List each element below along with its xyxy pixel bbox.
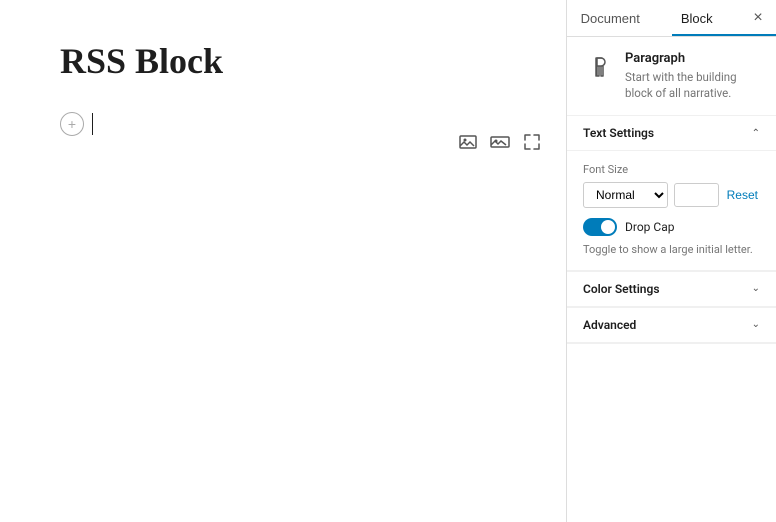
font-size-select[interactable]: Small Normal Medium Large Huge [583,182,668,208]
tab-indicator [672,34,776,36]
advanced-header[interactable]: Advanced ⌄ [567,308,776,343]
fullscreen-button[interactable] [518,128,546,156]
close-button[interactable]: × [740,0,776,36]
tab-block[interactable]: Block [654,0,741,36]
image-icon [458,132,478,152]
editor-area: RSS Block + [0,0,566,522]
page-title: RSS Block [60,40,506,82]
advanced-chevron: ⌄ [752,319,760,330]
font-size-row: Small Normal Medium Large Huge Reset [583,182,760,208]
block-card: Paragraph Start with the building block … [567,37,776,116]
color-settings-section: Color Settings ⌄ [567,272,776,308]
drop-cap-toggle[interactable] [583,218,617,236]
sidebar-tabs: Document Block × [567,0,776,37]
editor-content: + [60,112,506,136]
image-wide-button[interactable] [486,128,514,156]
drop-cap-row: Drop Cap [583,218,760,236]
color-settings-header[interactable]: Color Settings ⌄ [567,272,776,307]
drop-cap-description: Toggle to show a large initial letter. [583,242,760,257]
image-wide-icon [490,132,510,152]
block-name: Paragraph [625,51,760,66]
sidebar-content: Paragraph Start with the building block … [567,37,776,522]
advanced-section: Advanced ⌄ [567,308,776,344]
text-settings-header[interactable]: Text Settings ⌃ [567,116,776,151]
text-settings-body: Font Size Small Normal Medium Large Huge… [567,151,776,270]
plus-icon: + [68,116,76,132]
toolbar-right [454,128,546,156]
block-description: Start with the building block of all nar… [625,69,760,101]
image-align-button[interactable] [454,128,482,156]
add-block-button[interactable]: + [60,112,84,136]
advanced-label: Advanced [583,318,636,332]
reset-button[interactable]: Reset [725,186,760,204]
text-cursor [92,113,93,135]
text-settings-label: Text Settings [583,126,654,140]
text-settings-chevron: ⌃ [752,128,760,139]
drop-cap-label: Drop Cap [625,220,674,234]
sidebar: Document Block × Paragraph Start with th… [566,0,776,522]
font-size-number-input[interactable] [674,183,719,207]
color-settings-label: Color Settings [583,282,660,296]
paragraph-icon [583,51,615,83]
color-settings-chevron: ⌄ [752,283,760,294]
tab-document[interactable]: Document [567,0,654,36]
fullscreen-icon [522,132,542,152]
font-size-label: Font Size [583,163,760,176]
text-settings-section: Text Settings ⌃ Font Size Small Normal M… [567,116,776,271]
block-info: Paragraph Start with the building block … [625,51,760,101]
